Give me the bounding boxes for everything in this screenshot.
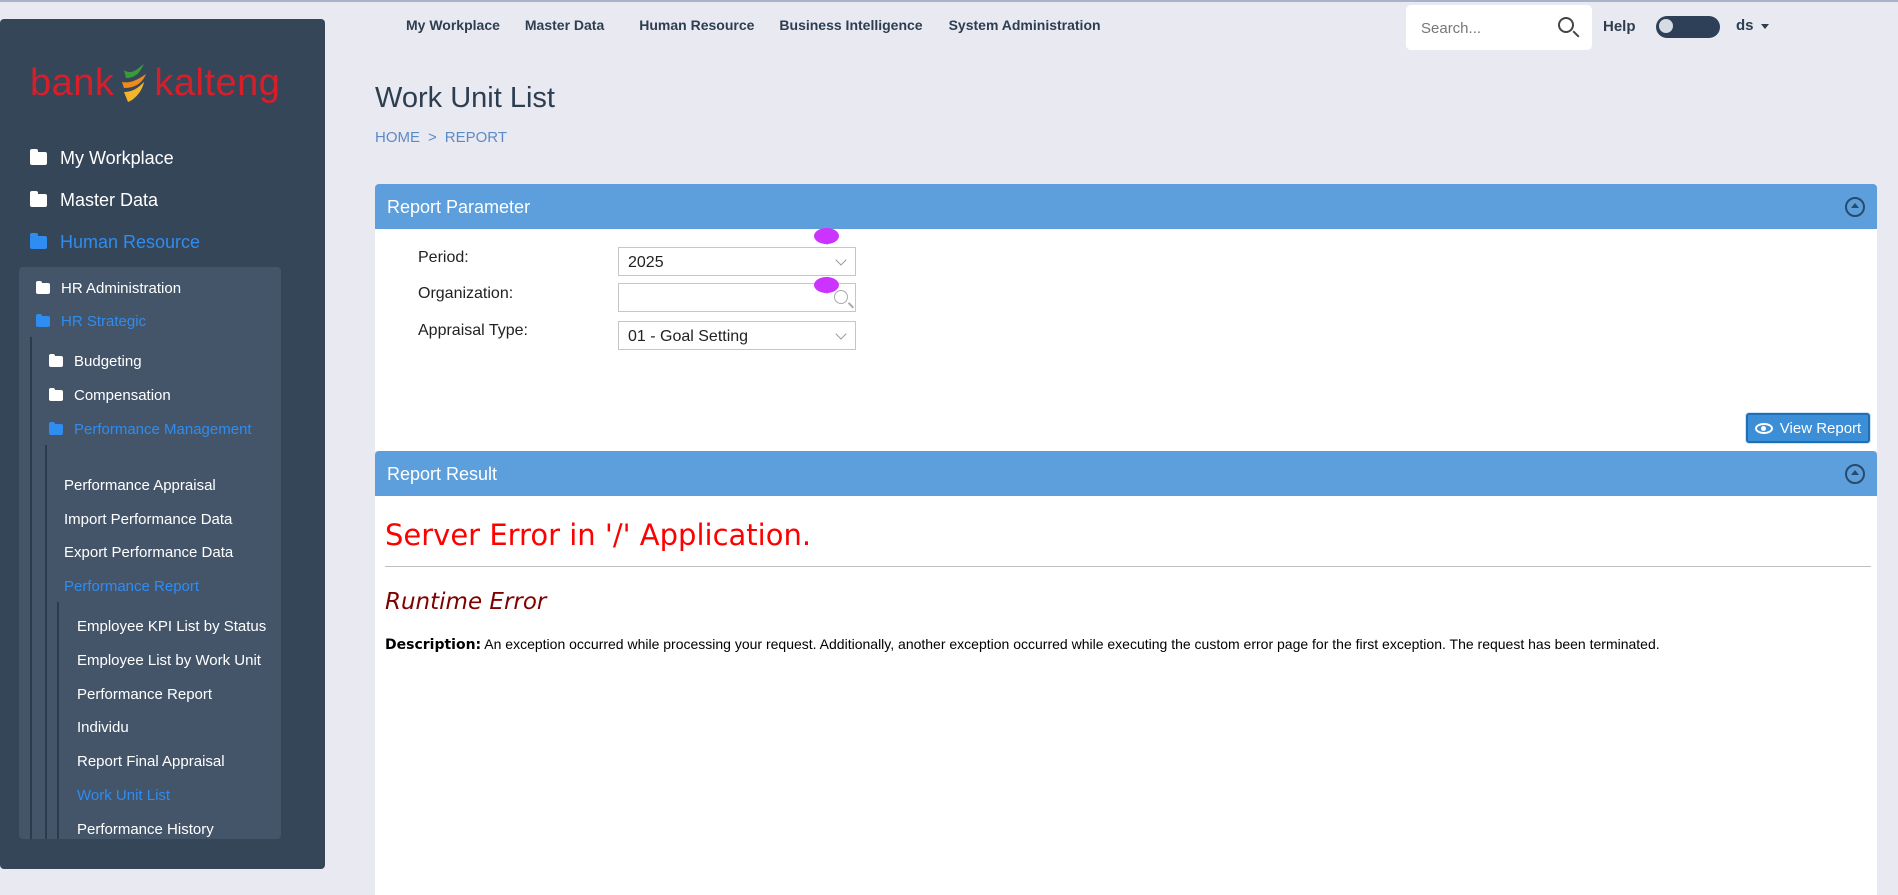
sidebar: bank kalteng My Workplace Master Data Hu… xyxy=(0,19,325,869)
sidebar-item-hr-strategic[interactable]: HR Strategic xyxy=(36,313,146,330)
report-result-body: Server Error in '/' Application. Runtime… xyxy=(375,496,1877,895)
sidebar-item-performance-management[interactable]: Performance Management xyxy=(49,421,252,438)
page-title: Work Unit List xyxy=(375,82,555,114)
breadcrumb-report[interactable]: REPORT xyxy=(445,129,507,146)
folder-icon xyxy=(49,388,63,401)
sidebar-item-hr-administration[interactable]: HR Administration xyxy=(36,280,181,297)
eye-icon xyxy=(1754,422,1773,434)
appraisal-type-select[interactable]: 01 - Goal Setting xyxy=(618,321,856,350)
sidebar-item-label: Budgeting xyxy=(74,353,142,370)
tree-line xyxy=(45,445,47,839)
search-icon[interactable] xyxy=(1558,17,1574,33)
sidebar-item-compensation[interactable]: Compensation xyxy=(49,387,171,404)
sidebar-item-my-workplace[interactable]: My Workplace xyxy=(30,148,174,169)
period-select[interactable]: 2025 xyxy=(618,247,856,276)
panel-title: Report Result xyxy=(387,464,498,484)
sidebar-item-individu[interactable]: Individu xyxy=(77,719,129,736)
logo-text-right: kalteng xyxy=(154,61,281,104)
sidebar-item-performance-report[interactable]: Performance Report xyxy=(64,578,199,595)
folder-icon xyxy=(49,354,63,367)
breadcrumb-home[interactable]: HOME xyxy=(375,129,420,146)
search-icon[interactable] xyxy=(834,290,848,304)
folder-icon xyxy=(30,233,47,249)
top-navigation: My Workplace Master Data Human Resource … xyxy=(406,17,1101,33)
sidebar-item-report-final-appraisal[interactable]: Report Final Appraisal xyxy=(77,753,225,770)
chevron-down-icon xyxy=(835,254,847,266)
bank-logo[interactable]: bank kalteng xyxy=(30,53,280,113)
report-parameter-header: Report Parameter xyxy=(375,184,1877,229)
sidebar-item-performance-history[interactable]: Performance History xyxy=(77,821,214,838)
tree-line xyxy=(57,602,59,839)
help-link[interactable]: Help xyxy=(1603,18,1636,35)
sidebar-item-employee-kpi-list-by-status[interactable]: Employee KPI List by Status xyxy=(77,618,266,635)
sidebar-item-label: HR Administration xyxy=(61,280,182,297)
breadcrumb-separator: > xyxy=(428,129,437,146)
sidebar-item-human-resource[interactable]: Human Resource xyxy=(30,232,200,253)
error-description: Description: An exception occurred while… xyxy=(385,636,1660,653)
tree-line xyxy=(30,337,32,839)
sidebar-item-import-performance-data[interactable]: Import Performance Data xyxy=(64,511,232,528)
sidebar-item-export-performance-data[interactable]: Export Performance Data xyxy=(64,544,233,561)
topnav-business-intelligence[interactable]: Business Intelligence xyxy=(779,17,922,33)
organization-label: Organization: xyxy=(418,285,514,302)
report-parameter-body: Period: 2025 Organization: Appraisal Typ… xyxy=(375,228,1877,451)
sidebar-item-label: Compensation xyxy=(74,387,171,404)
topnav-master-data[interactable]: Master Data xyxy=(525,17,604,33)
topnav-my-workplace[interactable]: My Workplace xyxy=(406,17,500,33)
marker-pin-icon xyxy=(814,228,839,245)
panel-title: Report Parameter xyxy=(387,197,531,217)
divider xyxy=(385,566,1871,567)
logo-mark-icon xyxy=(118,62,150,104)
collapse-icon[interactable] xyxy=(1845,464,1865,484)
sidebar-item-employee-list-by-work-unit[interactable]: Employee List by Work Unit xyxy=(77,652,261,669)
sidebar-item-work-unit-list[interactable]: Work Unit List xyxy=(77,787,170,804)
caret-down-icon xyxy=(1760,23,1769,29)
folder-icon xyxy=(36,281,50,294)
folder-icon xyxy=(30,149,47,165)
description-text: An exception occurred while processing y… xyxy=(484,636,1660,652)
sidebar-item-label: Human Resource xyxy=(60,232,201,252)
sidebar-submenu-panel: HR Administration HR Strategic Budgeting… xyxy=(19,267,281,839)
error-subtitle: Runtime Error xyxy=(385,589,547,615)
user-menu[interactable]: ds xyxy=(1736,17,1769,34)
period-label: Period: xyxy=(418,249,469,266)
sidebar-item-performance-report-sub[interactable]: Performance Report xyxy=(77,686,212,703)
sidebar-item-budgeting[interactable]: Budgeting xyxy=(49,353,142,370)
sidebar-item-label: Performance Management xyxy=(74,421,252,438)
sidebar-item-label: My Workplace xyxy=(60,148,174,168)
appraisal-type-value: 01 - Goal Setting xyxy=(628,328,749,345)
topnav-system-administration[interactable]: System Administration xyxy=(949,17,1101,33)
folder-icon xyxy=(30,191,47,207)
view-report-button[interactable]: View Report xyxy=(1746,413,1870,443)
sidebar-item-master-data[interactable]: Master Data xyxy=(30,190,158,211)
collapse-icon[interactable] xyxy=(1845,197,1865,217)
topnav-human-resource[interactable]: Human Resource xyxy=(639,17,754,33)
folder-icon xyxy=(49,422,63,435)
view-report-label: View Report xyxy=(1779,419,1862,437)
report-result-header: Report Result xyxy=(375,451,1877,496)
search-input[interactable]: Search... xyxy=(1406,5,1592,50)
appraisal-type-label: Appraisal Type: xyxy=(418,322,528,339)
sidebar-item-label: Master Data xyxy=(60,190,159,210)
user-name: ds xyxy=(1736,17,1754,34)
logo-text-left: bank xyxy=(30,61,115,104)
sidebar-item-performance-appraisal[interactable]: Performance Appraisal xyxy=(64,477,216,494)
error-title: Server Error in '/' Application. xyxy=(385,518,812,552)
sidebar-item-label: HR Strategic xyxy=(61,313,147,330)
chevron-down-icon xyxy=(835,328,847,340)
breadcrumb: HOME > REPORT xyxy=(375,129,507,146)
period-value: 2025 xyxy=(628,254,664,271)
search-placeholder: Search... xyxy=(1421,20,1482,37)
description-label: Description: xyxy=(385,637,482,653)
marker-pin-icon xyxy=(814,277,839,294)
avatar[interactable] xyxy=(1656,16,1720,38)
folder-icon xyxy=(36,314,50,327)
